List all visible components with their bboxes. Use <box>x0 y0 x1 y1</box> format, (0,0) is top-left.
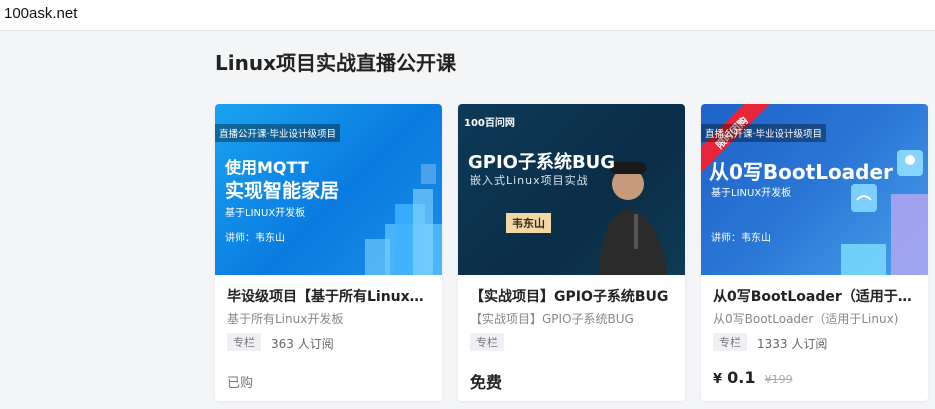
thumb-subtitle: 基于LINUX开发板 <box>711 188 792 199</box>
domain-text[interactable]: 100ask.net <box>4 5 77 22</box>
course-title[interactable]: 【实战项目】GPIO子系统BUG <box>470 286 676 306</box>
thumb-line-1: 使用MQTT <box>225 158 309 177</box>
browser-address-bar[interactable]: 100ask.net <box>0 0 935 31</box>
thumb-lecturer: 讲师：韦东山 <box>225 233 285 244</box>
category-tag: 专栏 <box>470 333 504 351</box>
purchased-status: 已购 <box>227 376 254 391</box>
thumb-line-2: 实现智能家居 <box>225 180 340 202</box>
course-card[interactable]: 限时团购 直播公开课·毕业设计级项目 从0写BootLoader 基于LINUX… <box>701 104 928 401</box>
thumb-strip: 直播公开课·毕业设计级项目 <box>701 124 827 142</box>
thumb-title: GPIO子系统BUG <box>468 152 616 173</box>
course-thumbnail[interactable]: 100百问网 GPIO子系统BUG 嵌入式Linux项目实战 韦东山 <box>458 104 685 275</box>
course-title[interactable]: 从0写BootLoader（适用于Li… <box>713 286 919 306</box>
category-tag: 专栏 <box>227 333 261 351</box>
course-thumbnail[interactable]: 直播公开课·毕业设计级项目 使用MQTT 实现智能家居 基于LINUX开发板 讲… <box>215 104 442 275</box>
lecturer-name-badge: 韦东山 <box>506 213 551 233</box>
course-title[interactable]: 毕设级项目【基于所有Linux… <box>227 286 433 306</box>
thumb-subtitle: 嵌入式Linux项目实战 <box>470 174 589 187</box>
brand-logo: 100百问网 <box>464 118 515 129</box>
thumb-title: 从0写BootLoader <box>709 160 893 184</box>
price-free: 免费 <box>470 373 503 392</box>
thumb-strip: 直播公开课·毕业设计级项目 <box>215 124 341 142</box>
original-price: ¥199 <box>764 373 793 386</box>
course-subtitle: 从0写BootLoader（适用于Linux) <box>713 312 899 326</box>
section-title: Linux项目实战直播公开课 <box>215 51 456 75</box>
course-thumbnail[interactable]: 限时团购 直播公开课·毕业设计级项目 从0写BootLoader 基于LINUX… <box>701 104 928 275</box>
category-tag: 专栏 <box>713 333 747 351</box>
course-subtitle: 【实战项目】GPIO子系统BUG <box>470 312 634 326</box>
course-card[interactable]: 直播公开课·毕业设计级项目 使用MQTT 实现智能家居 基于LINUX开发板 讲… <box>215 104 442 401</box>
thumb-lecturer: 讲师：韦东山 <box>711 233 771 244</box>
current-price: 0.1 <box>727 368 756 387</box>
currency-symbol: ¥ <box>713 372 723 387</box>
course-card[interactable]: 100百问网 GPIO子系统BUG 嵌入式Linux项目实战 韦东山 【实战项目… <box>458 104 685 401</box>
course-subtitle: 基于所有Linux开发板 <box>227 312 344 326</box>
price: ¥ 0.1 ¥199 <box>713 368 793 387</box>
subscriber-count: 363 人订阅 <box>271 337 334 351</box>
thumb-line-3: 基于LINUX开发板 <box>225 208 306 219</box>
subscriber-count: 1333 人订阅 <box>757 337 828 351</box>
lecturer-photo <box>598 162 668 275</box>
